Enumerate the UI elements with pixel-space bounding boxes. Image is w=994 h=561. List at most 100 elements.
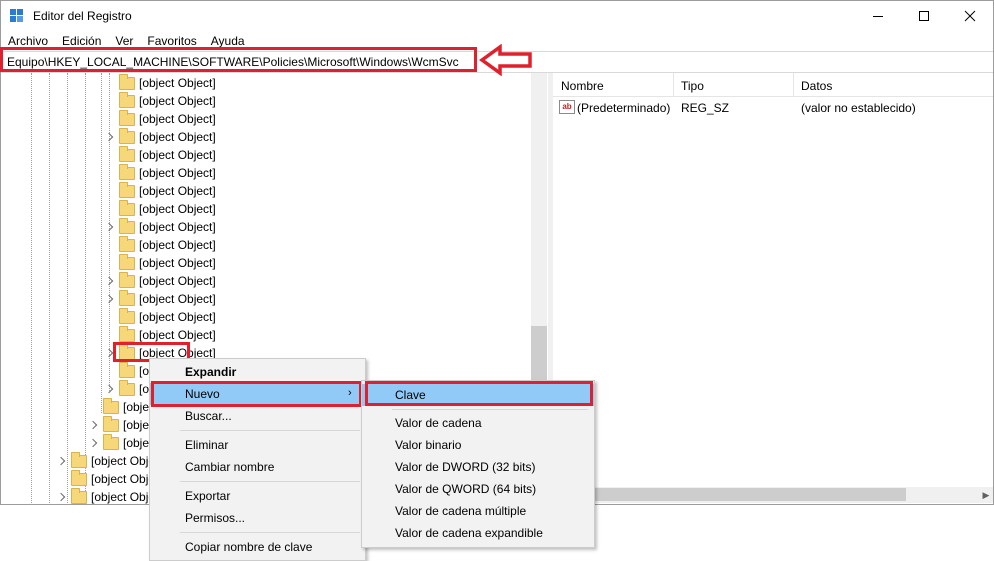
folder-icon <box>119 163 135 180</box>
close-button[interactable] <box>947 1 993 31</box>
menu-item-find[interactable]: Buscar... <box>150 405 365 427</box>
chevron-right-icon[interactable] <box>105 222 115 232</box>
annotation-arrow-icon <box>479 44 532 76</box>
tree-item-label: [object Object] <box>139 238 216 252</box>
list-scrollbar-thumb[interactable] <box>566 488 906 501</box>
folder-icon <box>71 469 87 486</box>
folder-icon <box>71 451 87 468</box>
menu-item-expand[interactable]: Expandir <box>150 361 365 383</box>
folder-icon <box>119 91 135 108</box>
submenu-item-expandable-string-value[interactable]: Valor de cadena expandible <box>362 522 594 544</box>
tree-item[interactable]: [object Object] <box>119 91 216 110</box>
tree-item-label: [object Object] <box>139 202 216 216</box>
maximize-icon <box>919 11 929 21</box>
folder-icon <box>119 307 135 324</box>
folder-icon <box>119 217 135 234</box>
folder-icon <box>119 181 135 198</box>
chevron-right-icon[interactable] <box>89 420 99 430</box>
tree-guide-line <box>109 73 110 391</box>
menu-separator <box>180 532 360 533</box>
column-header-type[interactable]: Tipo <box>681 79 704 93</box>
scroll-right-icon[interactable]: ▶ <box>979 487 993 503</box>
tree-item[interactable]: [object Object] <box>119 307 216 326</box>
list-item[interactable]: ab (Predeterminado) REG_SZ (valor no est… <box>553 99 993 117</box>
column-header-data[interactable]: Datos <box>801 79 832 93</box>
tree-item[interactable]: [object Object] <box>119 109 216 128</box>
folder-icon <box>119 127 135 144</box>
submenu-item-multi-string-value[interactable]: Valor de cadena múltiple <box>362 500 594 522</box>
folder-icon <box>71 487 87 504</box>
tree-item[interactable]: [object Object] <box>119 73 216 92</box>
address-annotation-box <box>0 47 477 72</box>
submenu-item-binary-value[interactable]: Valor binario <box>362 434 594 456</box>
tree-item-label: [object Object] <box>139 112 216 126</box>
submenu-item-dword-value[interactable]: Valor de DWORD (32 bits) <box>362 456 594 478</box>
folder-icon <box>119 145 135 162</box>
tree-item[interactable]: [object Object] <box>119 289 216 308</box>
close-icon <box>964 10 976 22</box>
registry-app-icon <box>10 9 24 23</box>
window-title: Editor del Registro <box>33 9 132 23</box>
value-name: (Predeterminado) <box>577 101 671 115</box>
tree-guide-line <box>85 73 86 505</box>
menu-item-copy-key-name[interactable]: Copiar nombre de clave <box>150 536 365 558</box>
tree-item[interactable]: [object Object] <box>119 163 216 182</box>
tree-item-label: [object Object] <box>139 310 216 324</box>
maximize-button[interactable] <box>901 1 947 31</box>
folder-icon <box>119 379 135 396</box>
tree-guide-line <box>31 73 32 505</box>
chevron-right-icon[interactable] <box>89 438 99 448</box>
folder-icon <box>103 415 119 432</box>
tree-item[interactable]: [object Object] <box>119 145 216 164</box>
tree-guide-line <box>49 73 50 505</box>
tree-item-label: [object Object] <box>139 220 216 234</box>
folder-icon <box>119 109 135 126</box>
tree-item-label: [object Object] <box>139 274 216 288</box>
tree-item[interactable]: [object Object] <box>119 235 216 254</box>
chevron-right-icon[interactable] <box>57 456 67 466</box>
chevron-right-icon[interactable] <box>105 384 115 394</box>
tree-item[interactable]: [object Object] <box>119 253 216 272</box>
folder-icon <box>119 199 135 216</box>
minimize-icon <box>873 15 883 17</box>
tree-item[interactable]: [object Object] <box>119 271 216 290</box>
tree-scrollbar-thumb[interactable] <box>531 326 547 381</box>
column-divider[interactable] <box>673 73 674 97</box>
new-annotation-box <box>151 381 362 407</box>
menu-separator <box>180 430 360 431</box>
menu-item-delete[interactable]: Eliminar <box>150 434 365 456</box>
value-type: REG_SZ <box>681 101 730 115</box>
tree-item-label: [object Object] <box>139 184 216 198</box>
list-header: Nombre Tipo Datos <box>553 73 993 97</box>
title-bar: Editor del Registro <box>1 1 993 31</box>
column-divider[interactable] <box>793 73 794 97</box>
minimize-button[interactable] <box>855 1 901 31</box>
tree-item-label: [object Object] <box>139 94 216 108</box>
chevron-right-icon[interactable] <box>105 132 115 142</box>
value-data: (valor no establecido) <box>801 101 916 115</box>
submenu-item-qword-value[interactable]: Valor de QWORD (64 bits) <box>362 478 594 500</box>
tree-item[interactable]: [object Object] <box>119 217 216 236</box>
tree-item-label: [object Object] <box>139 130 216 144</box>
submenu-item-string-value[interactable]: Valor de cadena <box>362 412 594 434</box>
folder-icon <box>119 253 135 270</box>
key-annotation-box <box>365 381 593 406</box>
folder-icon <box>119 73 135 90</box>
tree-item-label: [object Object] <box>139 76 216 90</box>
menu-item-export[interactable]: Exportar <box>150 485 365 507</box>
folder-icon <box>119 289 135 306</box>
tree-item-label: [object Object] <box>139 256 216 270</box>
tree-item-label: [object Object] <box>139 166 216 180</box>
chevron-right-icon[interactable] <box>105 276 115 286</box>
tree-item[interactable]: [object Object] <box>119 181 216 200</box>
column-header-name[interactable]: Nombre <box>561 79 604 93</box>
tree-item-label: [object Object] <box>139 148 216 162</box>
tree-item[interactable]: [object Object] <box>119 127 216 146</box>
chevron-right-icon[interactable] <box>57 492 67 502</box>
menu-item-permissions[interactable]: Permisos... <box>150 507 365 529</box>
tree-item[interactable]: [object Object] <box>119 199 216 218</box>
folder-icon <box>119 271 135 288</box>
chevron-right-icon[interactable] <box>105 294 115 304</box>
tree-guide-line <box>67 73 68 505</box>
menu-item-rename[interactable]: Cambiar nombre <box>150 456 365 478</box>
